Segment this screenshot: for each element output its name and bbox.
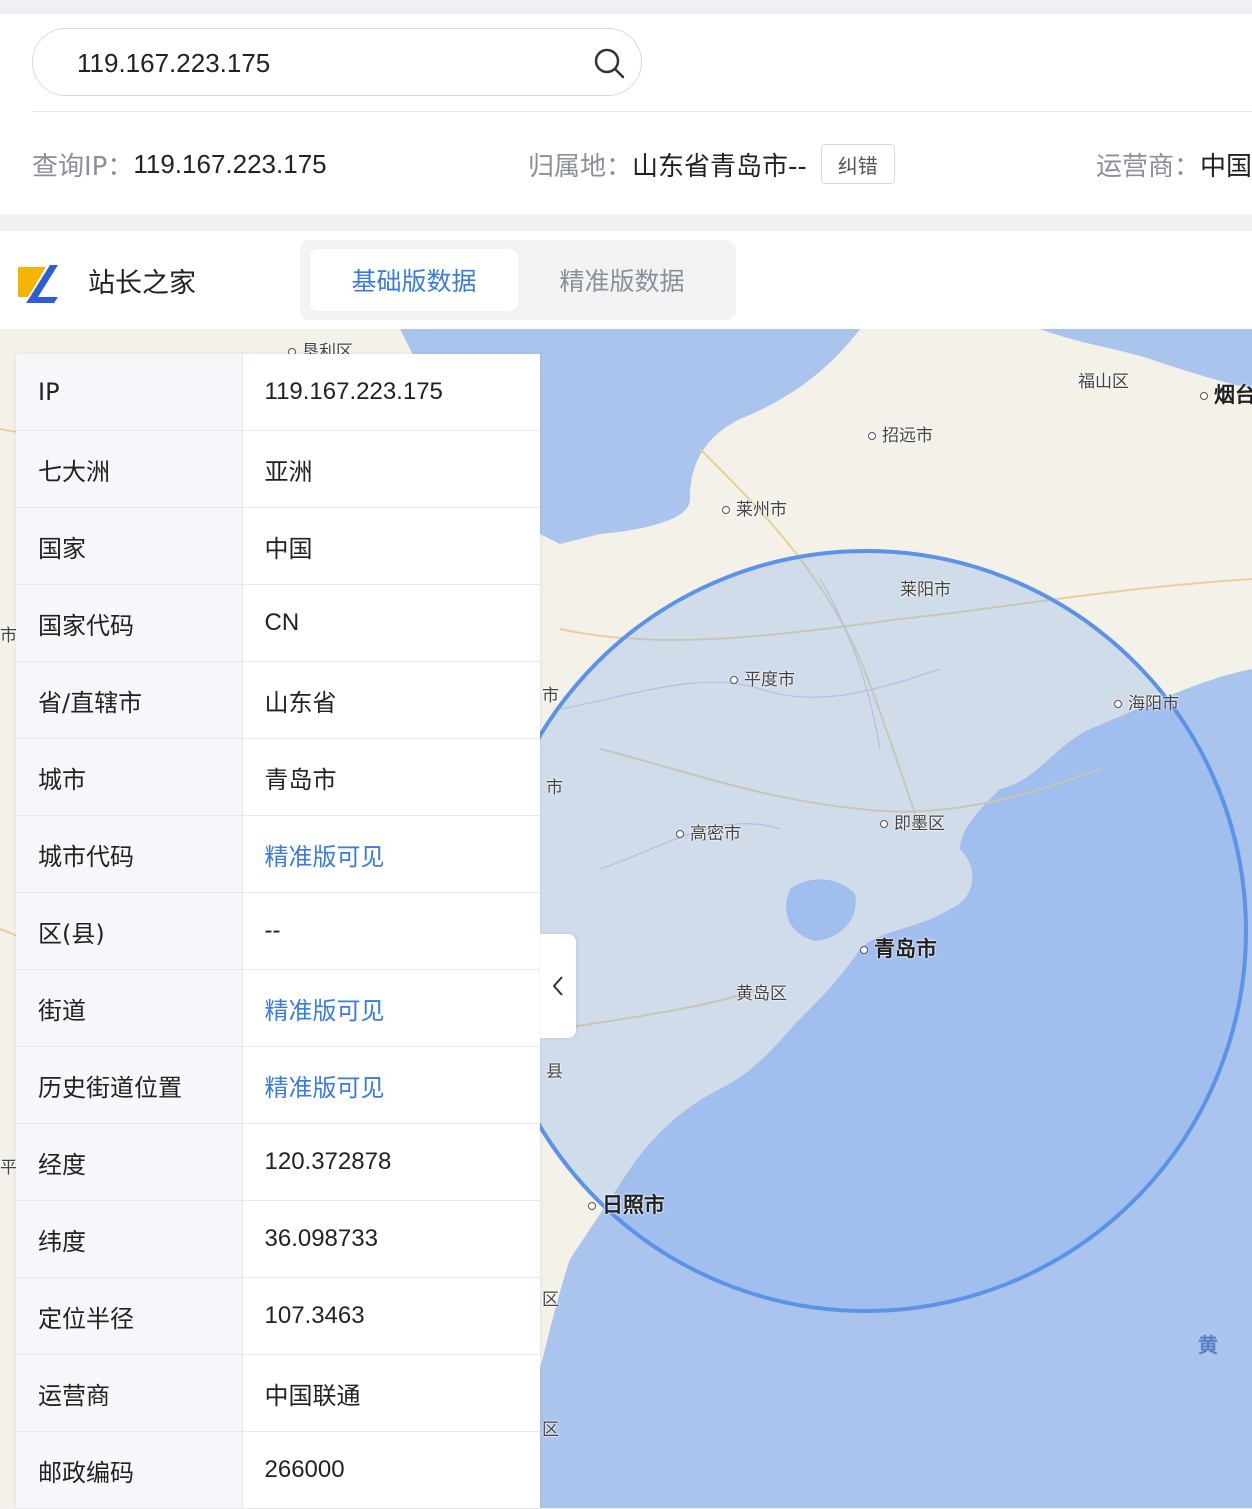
table-row: 城市 青岛市 xyxy=(16,738,540,816)
tab-precise-data[interactable]: 精准版数据 xyxy=(518,249,726,311)
map-label-fushan: 福山区 xyxy=(1078,372,1129,392)
row-value: 青岛市 xyxy=(242,738,540,816)
row-value: 266000 xyxy=(242,1431,540,1509)
row-key: 邮政编码 xyxy=(16,1431,243,1509)
row-value: CN xyxy=(242,584,540,662)
map-label-laizhou: 莱州市 xyxy=(722,495,787,520)
row-key: 定位半径 xyxy=(16,1277,243,1355)
row-key: 区(县) xyxy=(16,892,243,970)
map-label-yantai: 烟台 xyxy=(1200,379,1252,409)
version-tabs: 基础版数据 精准版数据 xyxy=(300,240,736,320)
isp-label: 运营商： xyxy=(1096,151,1201,182)
map-label-fragment-shi-3: 市 xyxy=(0,626,17,646)
table-row: IP 119.167.223.175 xyxy=(16,354,540,431)
row-value: 119.167.223.175 xyxy=(242,354,540,431)
map-label-haiyang: 海阳市 xyxy=(1114,689,1179,714)
ip-info-table: IP 119.167.223.175 七大洲 亚洲 国家 中国 国家代码 CN 省/直辖市 山东省… xyxy=(16,354,540,1509)
map-label-pingdu: 平度市 xyxy=(730,665,795,690)
search-card: 查询IP： 119.167.223.175 归属地： 山东省青岛市-- 纠错 运… xyxy=(0,14,1252,214)
isp-value: 中国联 xyxy=(1200,151,1252,182)
table-row: 国家 中国 xyxy=(16,507,540,585)
map-label-huangdao: 黄岛区 xyxy=(736,984,787,1004)
map-label-fragment-ping: 平 xyxy=(0,1158,17,1178)
map-label-laiyang: 莱阳市 xyxy=(900,580,951,600)
table-row: 运营商 中国联通 xyxy=(16,1354,540,1432)
map-label-qingdao: 青岛市 xyxy=(860,933,937,963)
precise-version-link[interactable]: 精准版可见 xyxy=(242,969,540,1047)
brand-name: 站长之家 xyxy=(88,268,196,299)
row-value: -- xyxy=(242,892,540,970)
row-value: 120.372878 xyxy=(242,1123,540,1201)
row-key: 历史街道位置 xyxy=(16,1046,243,1124)
isp-row: 运营商： 中国联 xyxy=(1096,144,1252,184)
table-row: 国家代码 CN xyxy=(16,584,540,662)
collapse-panel-button[interactable] xyxy=(540,934,576,1038)
precise-version-link[interactable]: 精准版可见 xyxy=(242,1046,540,1124)
map-label-fragment-xian: 县 xyxy=(546,1062,563,1082)
table-row: 区(县) -- xyxy=(16,892,540,970)
correct-button[interactable]: 纠错 xyxy=(820,144,895,184)
row-key: IP xyxy=(16,354,243,431)
row-key: 国家代码 xyxy=(16,584,243,662)
table-row: 七大洲 亚洲 xyxy=(16,430,540,508)
row-key: 纬度 xyxy=(16,1200,243,1278)
row-key: 七大洲 xyxy=(16,430,243,508)
precise-version-link[interactable]: 精准版可见 xyxy=(242,815,540,893)
location-row: 归属地： 山东省青岛市-- 纠错 xyxy=(528,144,895,184)
map-label-zhaoyuan: 招远市 xyxy=(868,421,933,446)
query-ip-label: 查询IP： xyxy=(32,151,134,182)
map-label-jimo: 即墨区 xyxy=(880,809,945,834)
search-input[interactable] xyxy=(75,39,579,87)
map-label-fragment-shi-1: 市 xyxy=(542,686,559,706)
row-key: 运营商 xyxy=(16,1354,243,1432)
row-key: 城市代码 xyxy=(16,815,243,893)
table-row: 街道 精准版可见 xyxy=(16,969,540,1047)
row-value: 山东省 xyxy=(242,661,540,739)
table-row: 城市代码 精准版可见 xyxy=(16,815,540,893)
chevron-left-icon xyxy=(552,976,563,996)
row-value: 亚洲 xyxy=(242,430,540,508)
chinaz-logo-icon xyxy=(18,265,58,303)
row-key: 国家 xyxy=(16,507,243,585)
table-row: 省/直辖市 山东省 xyxy=(16,661,540,739)
search-box[interactable] xyxy=(32,28,642,96)
brand-card: 站长之家 基础版数据 精准版数据 xyxy=(0,231,1252,329)
row-value: 107.3463 xyxy=(242,1277,540,1355)
divider xyxy=(32,111,1252,112)
row-value: 中国联通 xyxy=(242,1354,540,1432)
location-value: 山东省青岛市-- xyxy=(632,151,807,182)
query-ip-row: 查询IP： 119.167.223.175 xyxy=(32,144,327,184)
row-key: 街道 xyxy=(16,969,243,1047)
row-value: 中国 xyxy=(242,507,540,585)
map-label-fragment-qu-2: 区 xyxy=(542,1420,559,1440)
row-key: 经度 xyxy=(16,1123,243,1201)
row-key: 省/直辖市 xyxy=(16,661,243,739)
map-label-fragment-qu-1: 区 xyxy=(542,1290,559,1310)
map-label-gaomi: 高密市 xyxy=(676,819,741,844)
table-row: 纬度 36.098733 xyxy=(16,1200,540,1278)
row-key: 城市 xyxy=(16,738,243,816)
table-row: 历史街道位置 精准版可见 xyxy=(16,1046,540,1124)
table-row: 定位半径 107.3463 xyxy=(16,1277,540,1355)
map-label-rizhao: 日照市 xyxy=(588,1189,665,1219)
query-ip-value: 119.167.223.175 xyxy=(133,148,327,179)
tab-basic-data[interactable]: 基础版数据 xyxy=(310,249,518,311)
table-row: 邮政编码 266000 xyxy=(16,1431,540,1509)
search-icon[interactable] xyxy=(591,45,627,81)
map-label-fragment-shi-2: 市 xyxy=(546,778,563,798)
row-value: 36.098733 xyxy=(242,1200,540,1278)
table-row: 经度 120.372878 xyxy=(16,1123,540,1201)
location-label: 归属地： xyxy=(528,151,633,182)
map-label-yellow-sea: 黄 xyxy=(1198,1333,1218,1357)
